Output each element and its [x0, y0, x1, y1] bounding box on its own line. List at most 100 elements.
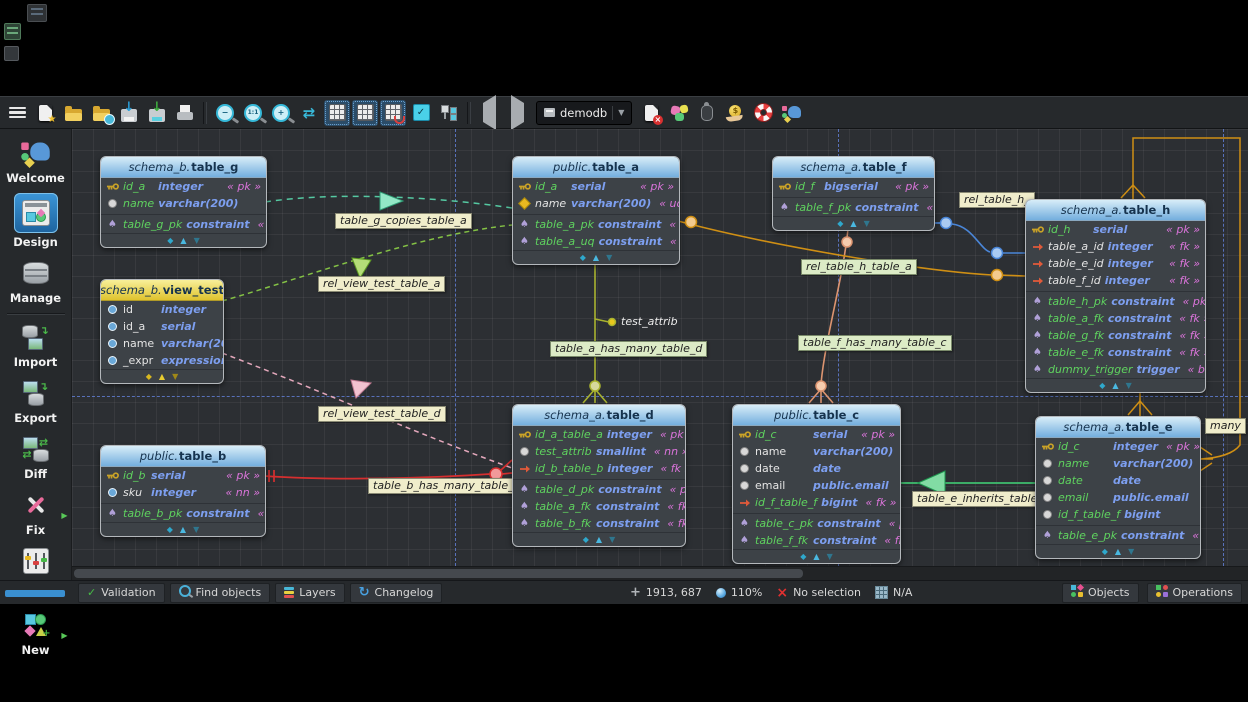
toolbar-open-model-button[interactable] — [60, 100, 86, 126]
relationship-table_g_copies_table_a[interactable] — [265, 192, 512, 210]
horizontal-scrollbar[interactable] — [72, 566, 1248, 581]
collapse-controls[interactable]: ◆▲▼ — [773, 216, 934, 230]
table-row[interactable]: id_ainteger« pk » — [101, 178, 266, 195]
table-row[interactable]: ♠table_d_pkconstraint« pk » — [513, 479, 685, 498]
table-card-table_c[interactable]: public.table_cid_cserial« pk »namevarcha… — [732, 404, 901, 564]
collapse-down-icon[interactable]: ▼ — [609, 536, 615, 544]
table-row[interactable]: ♠table_e_pkconstraint« pk » — [1036, 525, 1200, 544]
view-card-view_test[interactable]: schema_b.view_testidintegerid_aserialnam… — [100, 279, 224, 384]
collapse-up-icon[interactable]: ▲ — [1112, 382, 1118, 390]
diamond-icon[interactable]: ◆ — [1099, 382, 1105, 390]
collapse-down-icon[interactable]: ▼ — [193, 526, 199, 534]
table-row[interactable]: id_f_table_fbigint« fk » — [733, 494, 900, 511]
table-row[interactable]: namevarchar(200)« uq » — [513, 195, 679, 212]
table-row[interactable]: ♠table_f_pkconstraint« pk » — [773, 197, 934, 216]
sidebar-item-welcome[interactable]: Welcome — [3, 134, 69, 190]
table-card-table_a[interactable]: public.table_aid_aserial« pk »namevarcha… — [512, 156, 680, 265]
diamond-icon[interactable]: ◆ — [1102, 548, 1108, 556]
collapse-controls[interactable]: ◆▲▼ — [513, 250, 679, 264]
toolbar-fit-objects-button[interactable]: ⇄ — [296, 100, 322, 126]
table-row[interactable]: skuinteger« nn » — [101, 484, 265, 501]
diamond-icon[interactable]: ◆ — [146, 373, 152, 381]
table-header[interactable]: schema_a.table_f — [773, 157, 934, 178]
relationship-label-table_g_copies_table_a[interactable]: table_g_copies_table_a — [335, 213, 472, 229]
table-row[interactable]: namevarchar(200) — [101, 195, 266, 212]
table-row[interactable]: datedate — [733, 460, 900, 477]
validation-button[interactable]: ✓Validation — [78, 583, 165, 603]
table-card-table_b[interactable]: public.table_bid_bserial« pk »skuinteger… — [100, 445, 266, 537]
collapse-up-icon[interactable]: ▲ — [180, 237, 186, 245]
expand-arrow-icon[interactable]: ▶ — [61, 511, 67, 520]
table-row[interactable]: table_a_idinteger« fk » — [1026, 238, 1205, 255]
table-row[interactable]: test_attribsmallint« nn » — [513, 443, 685, 460]
table-row[interactable]: ♠table_g_pkconstraint« pk » — [101, 214, 266, 233]
collapse-down-icon[interactable]: ▼ — [194, 237, 200, 245]
collapse-controls[interactable]: ◆ ▲ ▼ — [101, 369, 223, 383]
toolbar-snap-to-grid-button[interactable] — [380, 100, 406, 126]
table-row[interactable]: id_hserial« pk » — [1026, 221, 1205, 238]
table-header[interactable]: schema_b.view_test — [101, 280, 223, 301]
table-row[interactable]: id_fbigserial« pk » — [773, 178, 934, 195]
collapse-controls[interactable]: ◆▲▼ — [101, 233, 266, 247]
toolbar-forward-button[interactable] — [504, 100, 530, 126]
collapse-down-icon[interactable]: ▼ — [864, 220, 870, 228]
toolbar-about-pgmodeler-button[interactable] — [778, 100, 804, 126]
toolbar-show-grid-button[interactable] — [324, 100, 350, 126]
sidebar-item-diff[interactable]: ⇄⇄Diff — [3, 430, 69, 486]
table-header[interactable]: public.table_c — [733, 405, 900, 426]
expand-arrow-icon[interactable]: ▶ — [61, 631, 67, 640]
table-row[interactable]: ♠table_a_uqconstraint« uq » — [513, 233, 679, 250]
collapse-up-icon[interactable]: ▲ — [596, 536, 602, 544]
collapse-controls[interactable]: ◆▲▼ — [1036, 544, 1200, 558]
table-row[interactable]: ♠table_b_fkconstraint« fk » — [513, 515, 685, 532]
toolbar-main-menu-button[interactable] — [4, 100, 30, 126]
sidebar-item-design[interactable]: Design — [3, 190, 69, 254]
table-row[interactable]: id_b_table_binteger« fk nn » — [513, 460, 685, 477]
table-row[interactable]: namevarchar(200) — [1036, 455, 1200, 472]
toolbar-zoom-in-button[interactable]: + — [268, 100, 294, 126]
collapse-down-icon[interactable]: ▼ — [827, 553, 833, 561]
collapse-down-icon[interactable]: ▼ — [1128, 548, 1134, 556]
table-row[interactable]: ♠table_c_pkconstraint« pk » — [733, 513, 900, 532]
scrollbar-handle[interactable] — [74, 569, 803, 578]
toolbar-back-button[interactable] — [476, 100, 502, 126]
toolbar-bug-report-button[interactable] — [694, 100, 720, 126]
collapse-down-icon[interactable]: ▼ — [172, 373, 178, 381]
sidebar-item-new[interactable]: +New▶ — [3, 606, 69, 662]
table-row[interactable]: id_aserial — [101, 318, 223, 335]
table-header[interactable]: schema_a.table_e — [1036, 417, 1200, 438]
table-row[interactable]: id_cinteger« pk » — [1036, 438, 1200, 455]
table-row[interactable]: table_e_idinteger« fk » — [1026, 255, 1205, 272]
toolbar-recent-models-button[interactable] — [88, 100, 114, 126]
sidebar-item-import[interactable]: ↴Import — [3, 318, 69, 374]
toolbar-save-model-button[interactable]: ↓ — [116, 100, 142, 126]
table-row[interactable]: ♠table_g_fkconstraint« fk » — [1026, 327, 1205, 344]
objects-button[interactable]: Objects — [1062, 583, 1139, 603]
toolbar-save-as-button[interactable]: ↓ — [144, 100, 170, 126]
relationship-label-table_b_has_many_table_d[interactable]: table_b_has_many_table_d — [368, 478, 526, 494]
relationship-label-table_f_has_many_table_c[interactable]: table_f_has_many_table_c — [798, 335, 952, 351]
collapse-up-icon[interactable]: ▲ — [159, 373, 165, 381]
diagram-canvas[interactable]: table_g_copies_table_arel_view_test_tabl… — [72, 129, 1248, 566]
toolbar-print-model-button[interactable] — [172, 100, 198, 126]
table-row[interactable]: namevarchar(200) — [733, 443, 900, 460]
table-row[interactable]: table_f_idinteger« fk » — [1026, 272, 1205, 289]
diamond-icon[interactable]: ◆ — [837, 220, 843, 228]
diamond-icon[interactable]: ◆ — [800, 553, 806, 561]
find-objects-button[interactable]: Find objects — [170, 583, 271, 603]
toolbar-compact-view-button[interactable]: ✓ — [408, 100, 434, 126]
collapse-controls[interactable]: ◆▲▼ — [1026, 378, 1205, 392]
toolbar-zoom-original-button[interactable]: 1:1 — [240, 100, 266, 126]
collapse-controls[interactable]: ◆▲▼ — [513, 532, 685, 546]
relationship-label-many[interactable]: many — [1205, 418, 1246, 434]
relationship-label-rel_table_h_[interactable]: rel_table_h_ — [959, 192, 1035, 208]
collapse-controls[interactable]: ◆▲▼ — [733, 549, 900, 563]
toolbar-align-to-grid-button[interactable] — [352, 100, 378, 126]
table-row[interactable]: id_bserial« pk » — [101, 467, 265, 484]
table-card-table_f[interactable]: schema_a.table_fid_fbigserial« pk » ♠tabl… — [772, 156, 935, 231]
table-row[interactable]: idinteger — [101, 301, 223, 318]
table-row[interactable]: id_cserial« pk » — [733, 426, 900, 443]
operations-button[interactable]: Operations — [1147, 583, 1242, 603]
table-header[interactable]: schema_a.table_d — [513, 405, 685, 426]
table-row[interactable]: ♠dummy_triggertrigger« b i » — [1026, 361, 1205, 378]
